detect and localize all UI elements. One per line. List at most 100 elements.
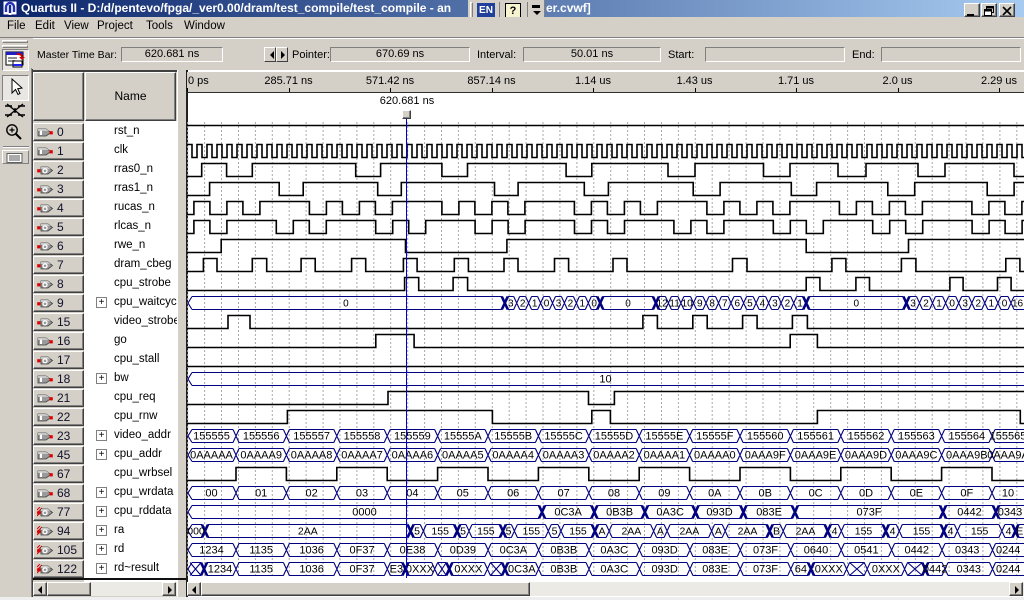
svg-text:0442: 0442: [957, 507, 981, 519]
svg-text:0XXX: 0XXX: [815, 564, 844, 576]
svg-text:15555B: 15555B: [494, 431, 532, 443]
svg-text:1234: 1234: [208, 564, 232, 576]
svg-text:10: 10: [682, 299, 694, 310]
svg-text:02: 02: [305, 488, 317, 500]
svg-text:E: E: [1016, 526, 1023, 538]
svg-text:1: 1: [580, 299, 586, 310]
svg-text:04: 04: [406, 488, 418, 500]
svg-text:0B3B: 0B3B: [550, 545, 577, 557]
svg-text:15555E: 15555E: [645, 431, 683, 443]
svg-text:0E38: 0E38: [400, 545, 426, 557]
svg-text:1036: 1036: [299, 564, 323, 576]
svg-text:0C3A: 0C3A: [554, 507, 582, 519]
svg-text:12: 12: [657, 299, 669, 310]
svg-text:073F: 073F: [753, 545, 778, 557]
svg-text:0D: 0D: [859, 488, 873, 500]
svg-text:0AAA9D: 0AAA9D: [845, 450, 887, 462]
svg-text:00: 00: [205, 488, 217, 500]
svg-text:E3: E3: [390, 564, 403, 576]
svg-text:2: 2: [923, 299, 929, 310]
svg-text:0D39: 0D39: [450, 545, 476, 557]
svg-text:0AAAA4: 0AAAA4: [492, 450, 534, 462]
svg-text:5: 5: [460, 526, 466, 538]
svg-text:06: 06: [507, 488, 519, 500]
svg-text:2: 2: [976, 299, 982, 310]
svg-text:0000: 0000: [352, 507, 376, 519]
svg-text:0AAAA5: 0AAAA5: [442, 450, 484, 462]
svg-text:A: A: [715, 526, 722, 538]
svg-text:0: 0: [1002, 299, 1008, 310]
svg-text:0A3C: 0A3C: [600, 545, 628, 557]
svg-text:155564: 155564: [948, 431, 985, 443]
svg-text:15555C: 15555C: [544, 431, 583, 443]
svg-text:0640: 0640: [804, 545, 828, 557]
svg-text:03: 03: [356, 488, 368, 500]
svg-text:0AAA9C: 0AAA9C: [895, 450, 937, 462]
svg-text:155557: 155557: [293, 431, 330, 443]
svg-text:0AAAAA: 0AAAAA: [190, 450, 233, 462]
svg-text:0AAA9E: 0AAA9E: [795, 450, 837, 462]
svg-text:093D: 093D: [706, 507, 732, 519]
svg-text:0C3A: 0C3A: [508, 564, 536, 576]
svg-text:15555A: 15555A: [444, 431, 483, 443]
svg-text:0C3A: 0C3A: [500, 545, 528, 557]
svg-text:0442: 0442: [923, 564, 947, 576]
svg-text:10: 10: [599, 374, 611, 386]
svg-text:3: 3: [772, 299, 778, 310]
svg-text:0541: 0541: [854, 545, 878, 557]
svg-text:10: 10: [1002, 488, 1014, 500]
svg-text:155: 155: [431, 526, 449, 538]
svg-text:1036: 1036: [299, 545, 323, 557]
svg-text:155561: 155561: [797, 431, 834, 443]
svg-text:073F: 073F: [753, 564, 778, 576]
svg-text:0XXX: 0XXX: [406, 564, 435, 576]
svg-text:2: 2: [568, 299, 574, 310]
svg-text:155563: 155563: [898, 431, 935, 443]
svg-text:0AAA9F: 0AAA9F: [745, 450, 786, 462]
svg-text:0AAAA2: 0AAAA2: [593, 450, 635, 462]
svg-text:0XXX: 0XXX: [454, 564, 483, 576]
svg-text:4: 4: [832, 526, 838, 538]
svg-text:0AAAA9: 0AAAA9: [240, 450, 282, 462]
svg-text:3: 3: [556, 299, 562, 310]
svg-text:05: 05: [457, 488, 469, 500]
svg-text:4: 4: [890, 526, 896, 538]
svg-text:2AA: 2AA: [796, 526, 816, 538]
svg-text:0F: 0F: [960, 488, 973, 500]
svg-text:15555D: 15555D: [595, 431, 634, 443]
svg-text:0A3C: 0A3C: [656, 507, 684, 519]
svg-text:7: 7: [722, 299, 728, 310]
svg-text:0: 0: [625, 299, 631, 310]
svg-text:B: B: [773, 526, 780, 538]
svg-text:2AA: 2AA: [298, 526, 318, 538]
svg-text:0244: 0244: [996, 545, 1020, 557]
svg-text:6: 6: [735, 299, 741, 310]
svg-text:0AAAA0: 0AAAA0: [694, 450, 736, 462]
svg-text:0AAAA8: 0AAAA8: [291, 450, 333, 462]
svg-text:0: 0: [854, 299, 860, 310]
svg-text:0343: 0343: [998, 507, 1022, 519]
svg-text:2AA: 2AA: [621, 526, 641, 538]
svg-text:0AAAA3: 0AAAA3: [543, 450, 585, 462]
svg-text:0AAA9B: 0AAA9B: [946, 450, 988, 462]
svg-text:1: 1: [532, 299, 538, 310]
svg-text:4: 4: [1006, 526, 1012, 538]
svg-text:0AAAA1: 0AAAA1: [644, 450, 686, 462]
svg-text:155: 155: [971, 526, 989, 538]
svg-text:155556: 155556: [243, 431, 280, 443]
svg-text:000: 000: [187, 526, 205, 538]
svg-text:0E: 0E: [910, 488, 923, 500]
svg-text:1135: 1135: [249, 564, 273, 576]
svg-text:A: A: [598, 526, 605, 538]
svg-text:093D: 093D: [652, 564, 678, 576]
svg-text:3: 3: [508, 299, 514, 310]
svg-text:083E: 083E: [702, 564, 728, 576]
svg-text:0AAA9A: 0AAA9A: [987, 450, 1024, 462]
svg-text:155559: 155559: [394, 431, 431, 443]
svg-text:0244: 0244: [996, 564, 1020, 576]
svg-text:0343: 0343: [955, 545, 979, 557]
svg-text:2: 2: [785, 299, 791, 310]
svg-text:1: 1: [936, 299, 942, 310]
svg-text:4: 4: [760, 299, 766, 310]
svg-text:1: 1: [797, 299, 803, 310]
